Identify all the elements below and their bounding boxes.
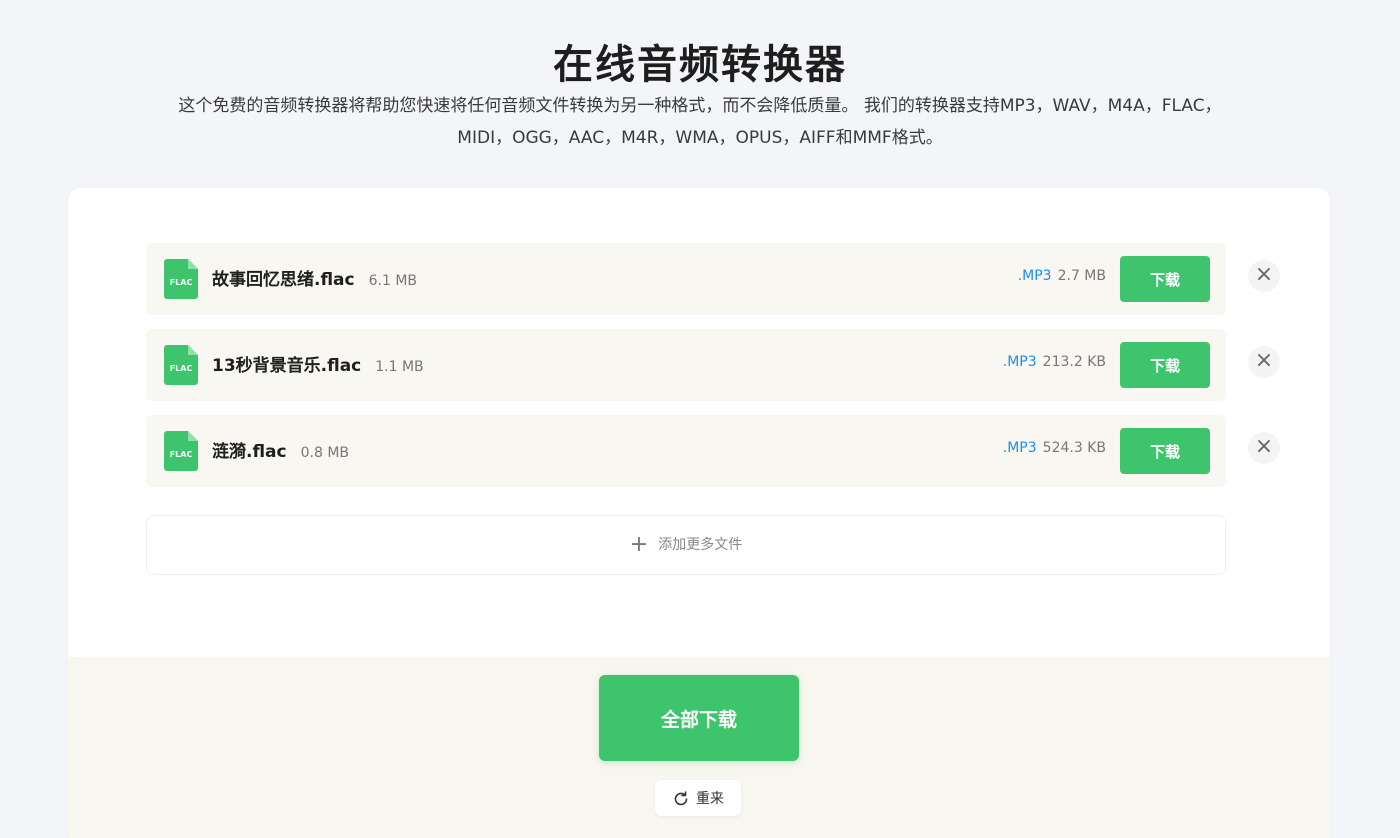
file-name: 涟漪.flac 0.8 MB [212,437,349,462]
output-size: 524.3 KB [1042,440,1106,456]
flac-file-icon: FLAC [164,345,198,385]
add-more-label: 添加更多文件 [658,537,743,553]
file-name-text: 涟漪.flac [212,442,287,462]
output-info: .MP3 213.2 KB [1003,354,1106,370]
output-size: 2.7 MB [1057,268,1106,284]
plus-icon: + [629,532,649,557]
output-size: 213.2 KB [1042,354,1106,370]
file-icon-label: FLAC [170,278,193,287]
output-format: .MP3 [1002,440,1037,456]
page-subtitle: 这个免费的音频转换器将帮助您快速将任何音频文件转换为另一种格式，而不会降低质量。… [90,90,1310,154]
download-button[interactable]: 下载 [1120,342,1210,388]
restart-label: 重来 [696,791,724,807]
file-size: 6.1 MB [368,273,418,289]
flac-file-icon: FLAC [164,431,198,471]
file-size: 1.1 MB [375,359,424,375]
output-info: .MP3 2.7 MB [1018,268,1106,284]
output-format: .MP3 [1002,354,1037,370]
restart-button[interactable]: 重来 [655,780,741,816]
download-button[interactable]: 下载 [1120,256,1210,302]
refresh-icon [674,791,688,806]
subtitle-line-1: 这个免费的音频转换器将帮助您快速将任何音频文件转换为另一种格式，而不会降低质量。… [178,96,1222,116]
file-icon-label: FLAC [170,364,193,373]
file-size: 0.8 MB [300,445,350,461]
file-name-text: 13秒背景音乐.flac [212,356,362,376]
download-all-button[interactable]: 全部下载 [599,675,799,761]
remove-file-close-icon[interactable]: × [1248,432,1280,464]
file-name: 故事回忆思绪.flac 6.1 MB [212,265,417,290]
output-info: .MP3 524.3 KB [1003,440,1106,456]
flac-file-icon: FLAC [164,259,198,299]
file-name: 13秒背景音乐.flac 1.1 MB [212,351,424,376]
download-button[interactable]: 下载 [1120,428,1210,474]
output-format: .MP3 [1017,268,1052,284]
add-more-files-button[interactable]: + 添加更多文件 [146,515,1226,575]
file-row: FLAC 13秒背景音乐.flac 1.1 MB .MP3 213.2 KB 下载 [146,329,1226,401]
file-icon-label: FLAC [170,450,193,459]
page-title: 在线音频转换器 [553,42,847,88]
audio-converter-page: 在线音频转换器 这个免费的音频转换器将帮助您快速将任何音频文件转换为另一种格式，… [0,0,1400,838]
subtitle-line-2: MIDI，OGG，AAC，M4R，WMA，OPUS，AIFF和MMF格式。 [457,128,943,148]
file-name-text: 故事回忆思绪.flac [212,270,355,290]
file-row: FLAC 涟漪.flac 0.8 MB .MP3 524.3 KB 下载 [146,415,1226,487]
converter-card: FLAC 故事回忆思绪.flac 6.1 MB .MP3 2.7 MB 下载 × F… [68,188,1330,838]
file-row: FLAC 故事回忆思绪.flac 6.1 MB .MP3 2.7 MB 下载 [146,243,1226,315]
remove-file-close-icon[interactable]: × [1248,346,1280,378]
remove-file-close-icon[interactable]: × [1248,260,1280,292]
